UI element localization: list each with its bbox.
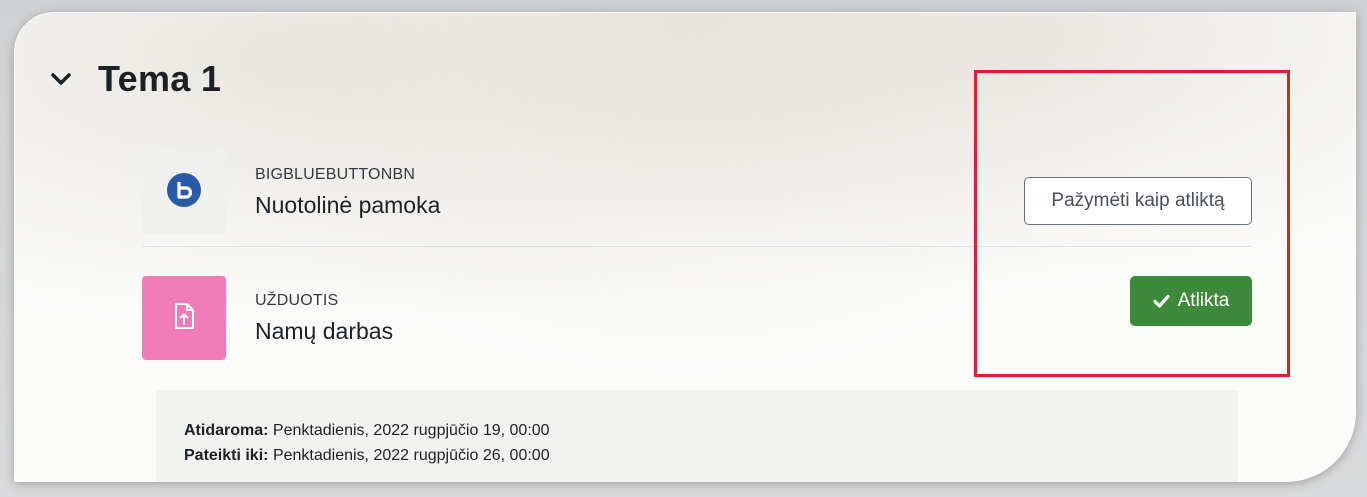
activity-icon-box xyxy=(142,150,226,234)
activity-text: UŽDUOTIS Namų darbas xyxy=(255,292,393,345)
section-header: Tema 1 xyxy=(48,58,221,100)
opens-label: Atidaroma: xyxy=(184,422,269,439)
activity-text: BIGBLUEBUTTONBN Nuotolinė pamoka xyxy=(255,166,440,219)
bigbluebutton-icon xyxy=(167,172,201,212)
due-date: Pateikti iki: Penktadienis, 2022 rugpjūč… xyxy=(184,443,1212,468)
activity-name-link[interactable]: Namų darbas xyxy=(255,318,393,345)
activity-icon-box xyxy=(142,276,226,360)
chevron-down-icon[interactable] xyxy=(48,66,74,92)
screenshot-frame: Tema 1 BIGBLUEBUTTONBN Nuotolinė pamoka … xyxy=(0,0,1367,497)
opens-date: Atidaroma: Penktadienis, 2022 rugpjūčio … xyxy=(184,418,1212,443)
due-value: Penktadienis, 2022 rugpjūčio 26, 00:00 xyxy=(272,447,550,464)
opens-value: Penktadienis, 2022 rugpjūčio 19, 00:00 xyxy=(272,422,550,439)
due-label: Pateikti iki: xyxy=(184,447,269,464)
activity-name-link[interactable]: Nuotolinė pamoka xyxy=(255,192,440,219)
activity-type-label: UŽDUOTIS xyxy=(255,291,339,309)
assignment-dates-panel: Atidaroma: Penktadienis, 2022 rugpjūčio … xyxy=(156,390,1238,482)
annotation-highlight-box xyxy=(974,70,1290,377)
activity-type-label: BIGBLUEBUTTONBN xyxy=(255,165,416,183)
assignment-upload-icon xyxy=(173,302,195,335)
section-title[interactable]: Tema 1 xyxy=(98,58,221,100)
